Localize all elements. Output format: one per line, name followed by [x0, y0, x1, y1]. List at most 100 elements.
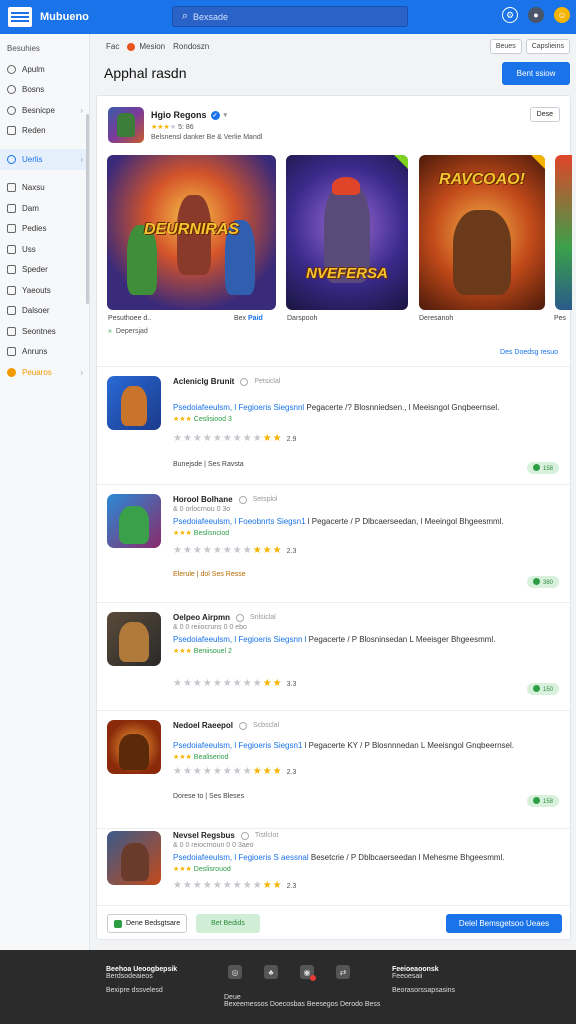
breadcrumb-item[interactable]: Rondoszn — [173, 42, 209, 51]
more-button[interactable]: Dese — [529, 107, 560, 122]
featured-meta: » Depersjad — [108, 328, 148, 335]
circle-icon — [7, 85, 16, 95]
status-badge: 158 — [526, 462, 559, 474]
rating-stars: ★★★★★★★★★★★ 2.3 — [173, 545, 297, 556]
sidebar-item[interactable]: Apulm — [0, 59, 89, 80]
secondary-button[interactable]: Dene Bedsgtsare — [107, 914, 188, 933]
info-icon — [238, 495, 247, 504]
primary-action-button[interactable]: Bent ssiow — [502, 62, 570, 85]
settings-icon[interactable]: ⚙ — [502, 7, 518, 23]
sidebar-item[interactable]: Besnicpe › — [0, 100, 89, 121]
search-icon: ⌕ — [181, 10, 189, 22]
sidebar-heading: Besuhies — [7, 44, 40, 53]
screenshot[interactable]: NVEFERSA — [286, 155, 408, 310]
app-name[interactable]: Horool Bolhane Setsplol — [173, 495, 277, 504]
verified-icon: ✓ — [210, 110, 220, 120]
brand-name[interactable]: Mubueno — [40, 11, 89, 23]
chevron-right-icon: › — [80, 367, 83, 377]
featured-app-name[interactable]: Hgio Regons ✓ ▾ — [151, 110, 227, 120]
sidebar-item-active[interactable]: Uerlis › — [0, 149, 89, 170]
info-icon — [239, 721, 248, 730]
see-more-link[interactable]: Des Doedsg resuo — [500, 349, 558, 356]
box-icon — [7, 326, 16, 336]
status-badge: 158 — [526, 795, 559, 807]
submit-button[interactable]: Delel Bemsgetsoo Ueaes — [446, 914, 562, 933]
check-icon — [114, 919, 122, 928]
game-title-art: NVEFERSA — [306, 265, 388, 282]
chat-icon[interactable]: ◉ — [300, 965, 316, 981]
screenshot-carousel[interactable]: DEURNIRAS NVEFERSA RAVCOAO! — [107, 155, 572, 310]
drop-icon — [7, 154, 16, 164]
sidebar-item[interactable]: Dalsoer — [0, 301, 89, 322]
app-icon[interactable] — [107, 612, 161, 666]
footer-links: Deue Bexeemessos Doecosbas Beesegos Dero… — [224, 994, 381, 1008]
search-icon — [7, 105, 16, 115]
search-input[interactable]: ⌕ Bexsade — [172, 6, 408, 27]
app-icon[interactable] — [107, 720, 161, 774]
box-icon — [7, 306, 16, 316]
green-button[interactable]: Bet Bedids — [196, 914, 260, 933]
sidebar-item[interactable]: Anruns — [0, 342, 89, 363]
options-button[interactable]: Capslieins — [525, 39, 570, 54]
rating-stars: ★★★★★★★★★★★ 2.3 — [173, 766, 297, 777]
breadcrumb-item[interactable]: Mesion — [139, 42, 165, 51]
screenshot-caption: Deresanoh — [419, 315, 454, 322]
list-item[interactable]: Horool Bolhane Setsplol & 0 orlocrnou 0 3… — [97, 484, 570, 602]
header-buttons: Beues Capslieins — [489, 39, 570, 54]
chevron-down-icon[interactable]: ▾ — [224, 111, 228, 119]
notification-icon[interactable]: ● — [528, 7, 544, 23]
sidebar-item[interactable]: Reden — [0, 121, 89, 142]
breadcrumb-item[interactable]: Fac — [106, 42, 119, 51]
featured-rating: ★★★★ 5: 86 — [151, 124, 194, 131]
list-item[interactable]: Nedoel Raeepol Scbsclal Psedoiafeeulsm, l… — [97, 710, 570, 828]
chevron-right-icon: › — [80, 105, 83, 115]
screenshot-caption: Pes — [554, 315, 567, 322]
social-icons: ◎ ♣ ◉ ⇄ — [228, 965, 350, 981]
list-item[interactable]: Nevsel Regsbus Tistlclot & 0 0 reiocrnoun… — [97, 828, 570, 906]
people-icon[interactable]: ♣ — [264, 965, 278, 979]
app-icon[interactable] — [107, 494, 161, 548]
list-item[interactable]: Acleniclg Brunit Petsiclal Psedoiafeeulsm… — [97, 366, 570, 484]
app-description: Psedoiafeeulsm, l Fegioeris Siegsnnl Peg… — [173, 403, 500, 412]
game-title-art: DEURNIRAS — [143, 221, 240, 238]
filter-button[interactable]: Beues — [489, 39, 522, 54]
app-icon[interactable] — [107, 376, 161, 430]
camera-icon[interactable]: ◎ — [228, 965, 242, 979]
app-name[interactable]: Nedoel Raeepol Scbsclal — [173, 721, 279, 730]
app-category: ★★★ Beniisouel 2 — [173, 648, 232, 655]
screenshot-price: Bex Paid — [234, 315, 263, 322]
screenshot-caption: Darspooh — [287, 315, 318, 322]
app-subline: & 0 0 reiocrnoun 0 0 3aeo — [173, 842, 254, 849]
sidebar-item[interactable]: Yaeouts — [0, 280, 89, 301]
sidebar-item[interactable]: Dam — [0, 198, 89, 219]
sidebar-item[interactable]: Seontnes — [0, 321, 89, 342]
rating-stars: ★★★★★★★★★★★ 2.3 — [173, 880, 297, 891]
sidebar-item[interactable]: Naxsu — [0, 178, 89, 199]
app-logo-icon[interactable] — [8, 7, 32, 27]
app-footer: Dorese to | Ses Bleses — [173, 793, 245, 800]
screenshot[interactable]: DEURNIRAS — [107, 155, 276, 310]
record-icon — [127, 42, 136, 51]
share-icon[interactable]: ⇄ — [336, 965, 350, 979]
featured-app-icon[interactable] — [108, 107, 144, 143]
content-card: Hgio Regons ✓ ▾ ★★★★ 5: 86 Belsnensl dan… — [96, 95, 572, 940]
screenshot[interactable] — [555, 155, 572, 310]
app-name[interactable]: Nevsel Regsbus Tistlclot — [173, 831, 278, 840]
app-footer: Bunejsde | Ses Ravsta — [173, 461, 244, 468]
avatar[interactable]: ☺ — [554, 7, 570, 23]
sidebar-scrollbar[interactable] — [86, 114, 89, 304]
search-placeholder: Bexsade — [193, 11, 229, 22]
sidebar-item[interactable]: Speder — [0, 260, 89, 281]
screenshot[interactable]: RAVCOAO! — [419, 155, 545, 310]
list-item[interactable]: Oelpeo Airpmn Snlsiclal & 0 0 reiiocruns … — [97, 602, 570, 710]
app-name[interactable]: Acleniclg Brunit Petsiclal — [173, 377, 280, 386]
app-description: Psedoiafeeulsm, l Fegioeris Siegsn1 l Pe… — [173, 741, 514, 750]
app-icon[interactable] — [107, 831, 161, 885]
sidebar-item[interactable]: Uss — [0, 239, 89, 260]
sidebar-item-highlight[interactable]: Peuaros › — [0, 362, 89, 383]
sidebar-item[interactable]: Pedies — [0, 219, 89, 240]
footer-column: Feeioeaoonsk Feeoesaii Beorasorssapsasin… — [392, 966, 456, 994]
sidebar-item[interactable]: Bosns — [0, 80, 89, 101]
app-name[interactable]: Oelpeo Airpmn Snlsiclal — [173, 613, 276, 622]
app-description: Psedoiafeeulsm, l Fegioeris Siegsnn l Pe… — [173, 635, 496, 644]
